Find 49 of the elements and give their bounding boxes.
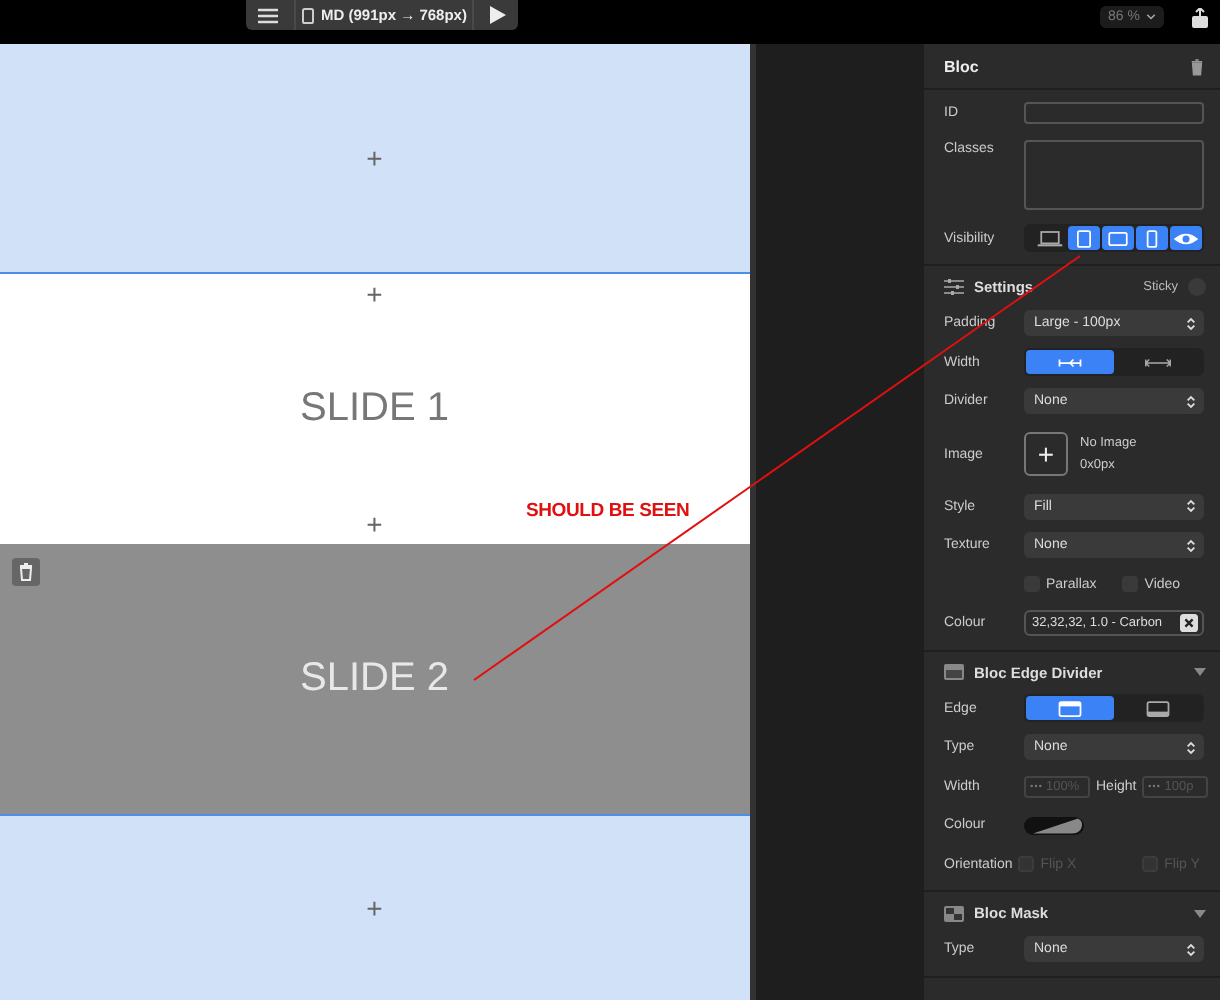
updown-icon [1186,315,1196,332]
delete-icon[interactable] [1190,57,1204,75]
menu-icon[interactable] [258,7,278,23]
ellipsis-icon[interactable] [1148,784,1161,789]
updown-icon [1186,941,1196,958]
edge-position-icon [1055,699,1084,718]
id-field[interactable] [1024,102,1204,125]
slide-title: SLIDE 2 [300,656,450,702]
tablet-icon [1104,229,1132,248]
add-image-button[interactable]: + [1024,432,1068,476]
edge-divider-icon [944,664,964,680]
caret-icon [1145,14,1156,20]
segment-button[interactable] [1170,226,1202,251]
segment-button[interactable] [1026,696,1113,721]
empty-block[interactable]: + [0,44,750,274]
annotation-text: SHOULD BE SEEN [526,500,690,522]
segment-button[interactable] [1068,226,1100,251]
updown-icon [1186,498,1196,515]
clear-icon[interactable] [1180,614,1198,633]
colour-swatch[interactable] [1024,815,1084,836]
slide-title: SLIDE 1 [300,386,450,432]
classes-field[interactable] [1024,139,1204,209]
delete-icon[interactable] [12,558,40,586]
segment-button[interactable] [1102,226,1134,251]
mask-icon [944,905,964,921]
width-arrows-icon [1055,353,1084,372]
empty-block[interactable]: + [0,814,750,1000]
updown-icon [1186,393,1196,410]
segment-button[interactable] [1034,226,1066,251]
segment-button[interactable] [1136,226,1168,251]
sliders-icon [944,278,964,296]
add-block-button[interactable]: + [366,144,383,172]
updown-icon [1186,739,1196,756]
caret-icon[interactable] [1194,909,1206,917]
edge-position-icon [1144,699,1173,718]
ellipsis-icon[interactable] [1030,784,1042,789]
tablet-icon [301,7,314,23]
laptop-icon [1036,229,1064,248]
share-icon[interactable] [1192,8,1208,28]
updown-icon [1186,537,1196,554]
caret-icon[interactable] [1194,668,1206,676]
segment-button[interactable] [1026,350,1113,375]
play-icon[interactable] [490,6,506,24]
eye-icon [1172,229,1200,248]
add-block-button[interactable]: + [366,894,383,922]
add-block-button[interactable]: + [366,510,383,538]
width-arrows-icon [1144,353,1173,372]
add-block-button[interactable]: + [366,280,383,308]
panel-title: Bloc [944,57,979,75]
